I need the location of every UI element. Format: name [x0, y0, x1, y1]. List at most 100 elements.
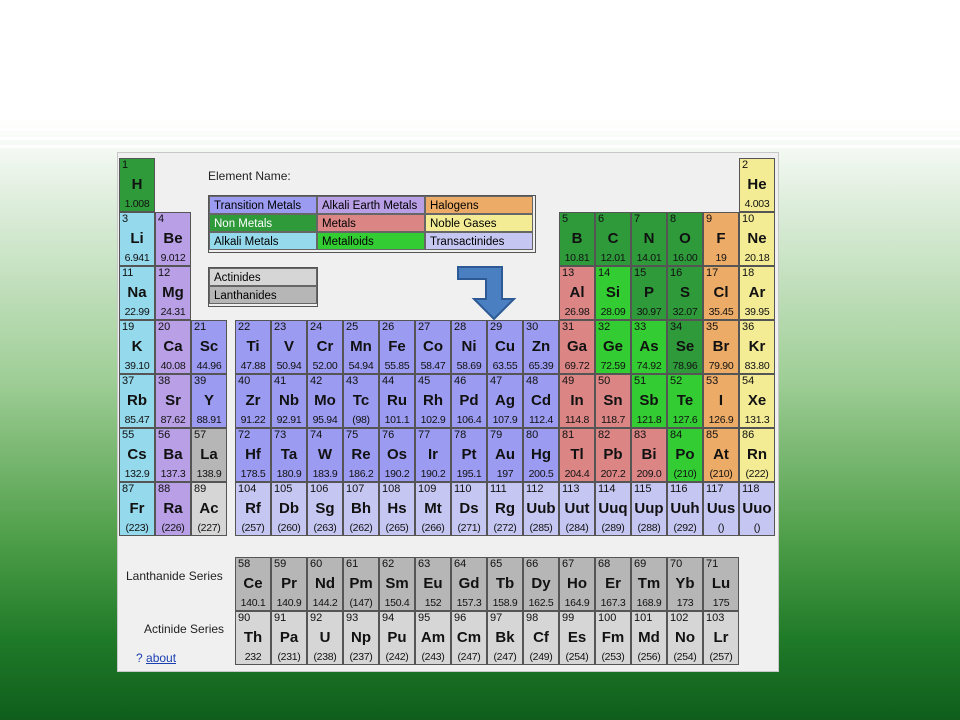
element-cell-co[interactable]: 27 Co 58.47: [415, 320, 451, 374]
element-cell-ra[interactable]: 88 Ra (226): [155, 482, 191, 536]
element-cell-sn[interactable]: 50 Sn 118.7: [595, 374, 631, 428]
element-cell-tb[interactable]: 65 Tb 158.9: [487, 557, 523, 611]
element-cell-zn[interactable]: 30 Zn 65.39: [523, 320, 559, 374]
element-cell-ru[interactable]: 44 Ru 101.1: [379, 374, 415, 428]
element-cell-au[interactable]: 79 Au 197: [487, 428, 523, 482]
element-cell-lr[interactable]: 103 Lr (257): [703, 611, 739, 665]
element-cell-in[interactable]: 49 In 114.8: [559, 374, 595, 428]
element-cell-la[interactable]: 57 La 138.9: [191, 428, 227, 482]
element-cell-sr[interactable]: 38 Sr 87.62: [155, 374, 191, 428]
element-cell-cd[interactable]: 48 Cd 112.4: [523, 374, 559, 428]
element-cell-u[interactable]: 92 U (238): [307, 611, 343, 665]
element-cell-uus[interactable]: 117 Uus (): [703, 482, 739, 536]
element-cell-s[interactable]: 16 S 32.07: [667, 266, 703, 320]
element-cell-f[interactable]: 9 F 19: [703, 212, 739, 266]
element-cell-pu[interactable]: 94 Pu (242): [379, 611, 415, 665]
element-cell-si[interactable]: 14 Si 28.09: [595, 266, 631, 320]
element-cell-uuo[interactable]: 118 Uuo (): [739, 482, 775, 536]
element-cell-ta[interactable]: 73 Ta 180.9: [271, 428, 307, 482]
element-cell-cl[interactable]: 17 Cl 35.45: [703, 266, 739, 320]
element-cell-na[interactable]: 11 Na 22.99: [119, 266, 155, 320]
element-cell-eu[interactable]: 63 Eu 152: [415, 557, 451, 611]
element-cell-rh[interactable]: 45 Rh 102.9: [415, 374, 451, 428]
element-cell-uup[interactable]: 115 Uup (288): [631, 482, 667, 536]
element-cell-se[interactable]: 34 Se 78.96: [667, 320, 703, 374]
element-cell-hf[interactable]: 72 Hf 178.5: [235, 428, 271, 482]
element-cell-es[interactable]: 99 Es (254): [559, 611, 595, 665]
element-cell-ag[interactable]: 47 Ag 107.9: [487, 374, 523, 428]
element-cell-zr[interactable]: 40 Zr 91.22: [235, 374, 271, 428]
element-cell-ir[interactable]: 77 Ir 190.2: [415, 428, 451, 482]
element-cell-uuh[interactable]: 116 Uuh (292): [667, 482, 703, 536]
element-cell-ni[interactable]: 28 Ni 58.69: [451, 320, 487, 374]
element-cell-xe[interactable]: 54 Xe 131.3: [739, 374, 775, 428]
element-cell-rb[interactable]: 37 Rb 85.47: [119, 374, 155, 428]
element-cell-pb[interactable]: 82 Pb 207.2: [595, 428, 631, 482]
element-cell-md[interactable]: 101 Md (256): [631, 611, 667, 665]
element-cell-gd[interactable]: 64 Gd 157.3: [451, 557, 487, 611]
element-cell-bh[interactable]: 107 Bh (262): [343, 482, 379, 536]
element-cell-ne[interactable]: 10 Ne 20.18: [739, 212, 775, 266]
element-cell-ti[interactable]: 22 Ti 47.88: [235, 320, 271, 374]
element-cell-fe[interactable]: 26 Fe 55.85: [379, 320, 415, 374]
element-cell-br[interactable]: 35 Br 79.90: [703, 320, 739, 374]
element-cell-k[interactable]: 19 K 39.10: [119, 320, 155, 374]
element-cell-rn[interactable]: 86 Rn (222): [739, 428, 775, 482]
element-cell-bk[interactable]: 97 Bk (247): [487, 611, 523, 665]
element-cell-fm[interactable]: 100 Fm (253): [595, 611, 631, 665]
element-cell-al[interactable]: 13 Al 26.98: [559, 266, 595, 320]
element-cell-pr[interactable]: 59 Pr 140.9: [271, 557, 307, 611]
element-cell-uub[interactable]: 112 Uub (285): [523, 482, 559, 536]
element-cell-ar[interactable]: 18 Ar 39.95: [739, 266, 775, 320]
element-cell-am[interactable]: 95 Am (243): [415, 611, 451, 665]
element-cell-pd[interactable]: 46 Pd 106.4: [451, 374, 487, 428]
element-cell-cm[interactable]: 96 Cm (247): [451, 611, 487, 665]
element-cell-ga[interactable]: 31 Ga 69.72: [559, 320, 595, 374]
element-cell-pa[interactable]: 91 Pa (231): [271, 611, 307, 665]
element-cell-te[interactable]: 52 Te 127.6: [667, 374, 703, 428]
element-cell-th[interactable]: 90 Th 232: [235, 611, 271, 665]
element-cell-os[interactable]: 76 Os 190.2: [379, 428, 415, 482]
element-cell-er[interactable]: 68 Er 167.3: [595, 557, 631, 611]
element-cell-nb[interactable]: 41 Nb 92.91: [271, 374, 307, 428]
element-cell-db[interactable]: 105 Db (260): [271, 482, 307, 536]
element-cell-np[interactable]: 93 Np (237): [343, 611, 379, 665]
element-cell-ho[interactable]: 67 Ho 164.9: [559, 557, 595, 611]
element-cell-sb[interactable]: 51 Sb 121.8: [631, 374, 667, 428]
element-cell-rf[interactable]: 104 Rf (257): [235, 482, 271, 536]
element-cell-hg[interactable]: 80 Hg 200.5: [523, 428, 559, 482]
element-cell-hs[interactable]: 108 Hs (265): [379, 482, 415, 536]
element-cell-cu[interactable]: 29 Cu 63.55: [487, 320, 523, 374]
element-cell-sm[interactable]: 62 Sm 150.4: [379, 557, 415, 611]
element-cell-b[interactable]: 5 B 10.81: [559, 212, 595, 266]
element-cell-tm[interactable]: 69 Tm 168.9: [631, 557, 667, 611]
element-cell-n[interactable]: 7 N 14.01: [631, 212, 667, 266]
element-cell-cs[interactable]: 55 Cs 132.9: [119, 428, 155, 482]
element-cell-uut[interactable]: 113 Uut (284): [559, 482, 595, 536]
element-cell-tl[interactable]: 81 Tl 204.4: [559, 428, 595, 482]
element-cell-fr[interactable]: 87 Fr (223): [119, 482, 155, 536]
element-cell-v[interactable]: 23 V 50.94: [271, 320, 307, 374]
element-cell-be[interactable]: 4 Be 9.012: [155, 212, 191, 266]
element-cell-ba[interactable]: 56 Ba 137.3: [155, 428, 191, 482]
element-cell-ac[interactable]: 89 Ac (227): [191, 482, 227, 536]
element-cell-kr[interactable]: 36 Kr 83.80: [739, 320, 775, 374]
element-cell-ge[interactable]: 32 Ge 72.59: [595, 320, 631, 374]
about-link[interactable]: ? about: [136, 651, 176, 665]
element-cell-cr[interactable]: 24 Cr 52.00: [307, 320, 343, 374]
element-cell-c[interactable]: 6 C 12.01: [595, 212, 631, 266]
element-cell-o[interactable]: 8 O 16.00: [667, 212, 703, 266]
element-cell-he[interactable]: 2 He 4.003: [739, 158, 775, 212]
element-cell-mt[interactable]: 109 Mt (266): [415, 482, 451, 536]
element-cell-sg[interactable]: 106 Sg (263): [307, 482, 343, 536]
element-cell-p[interactable]: 15 P 30.97: [631, 266, 667, 320]
element-cell-mn[interactable]: 25 Mn 54.94: [343, 320, 379, 374]
element-cell-as[interactable]: 33 As 74.92: [631, 320, 667, 374]
element-cell-yb[interactable]: 70 Yb 173: [667, 557, 703, 611]
element-cell-uuq[interactable]: 114 Uuq (289): [595, 482, 631, 536]
element-cell-dy[interactable]: 66 Dy 162.5: [523, 557, 559, 611]
element-cell-at[interactable]: 85 At (210): [703, 428, 739, 482]
element-cell-tc[interactable]: 43 Tc (98): [343, 374, 379, 428]
element-cell-mo[interactable]: 42 Mo 95.94: [307, 374, 343, 428]
element-cell-no[interactable]: 102 No (254): [667, 611, 703, 665]
